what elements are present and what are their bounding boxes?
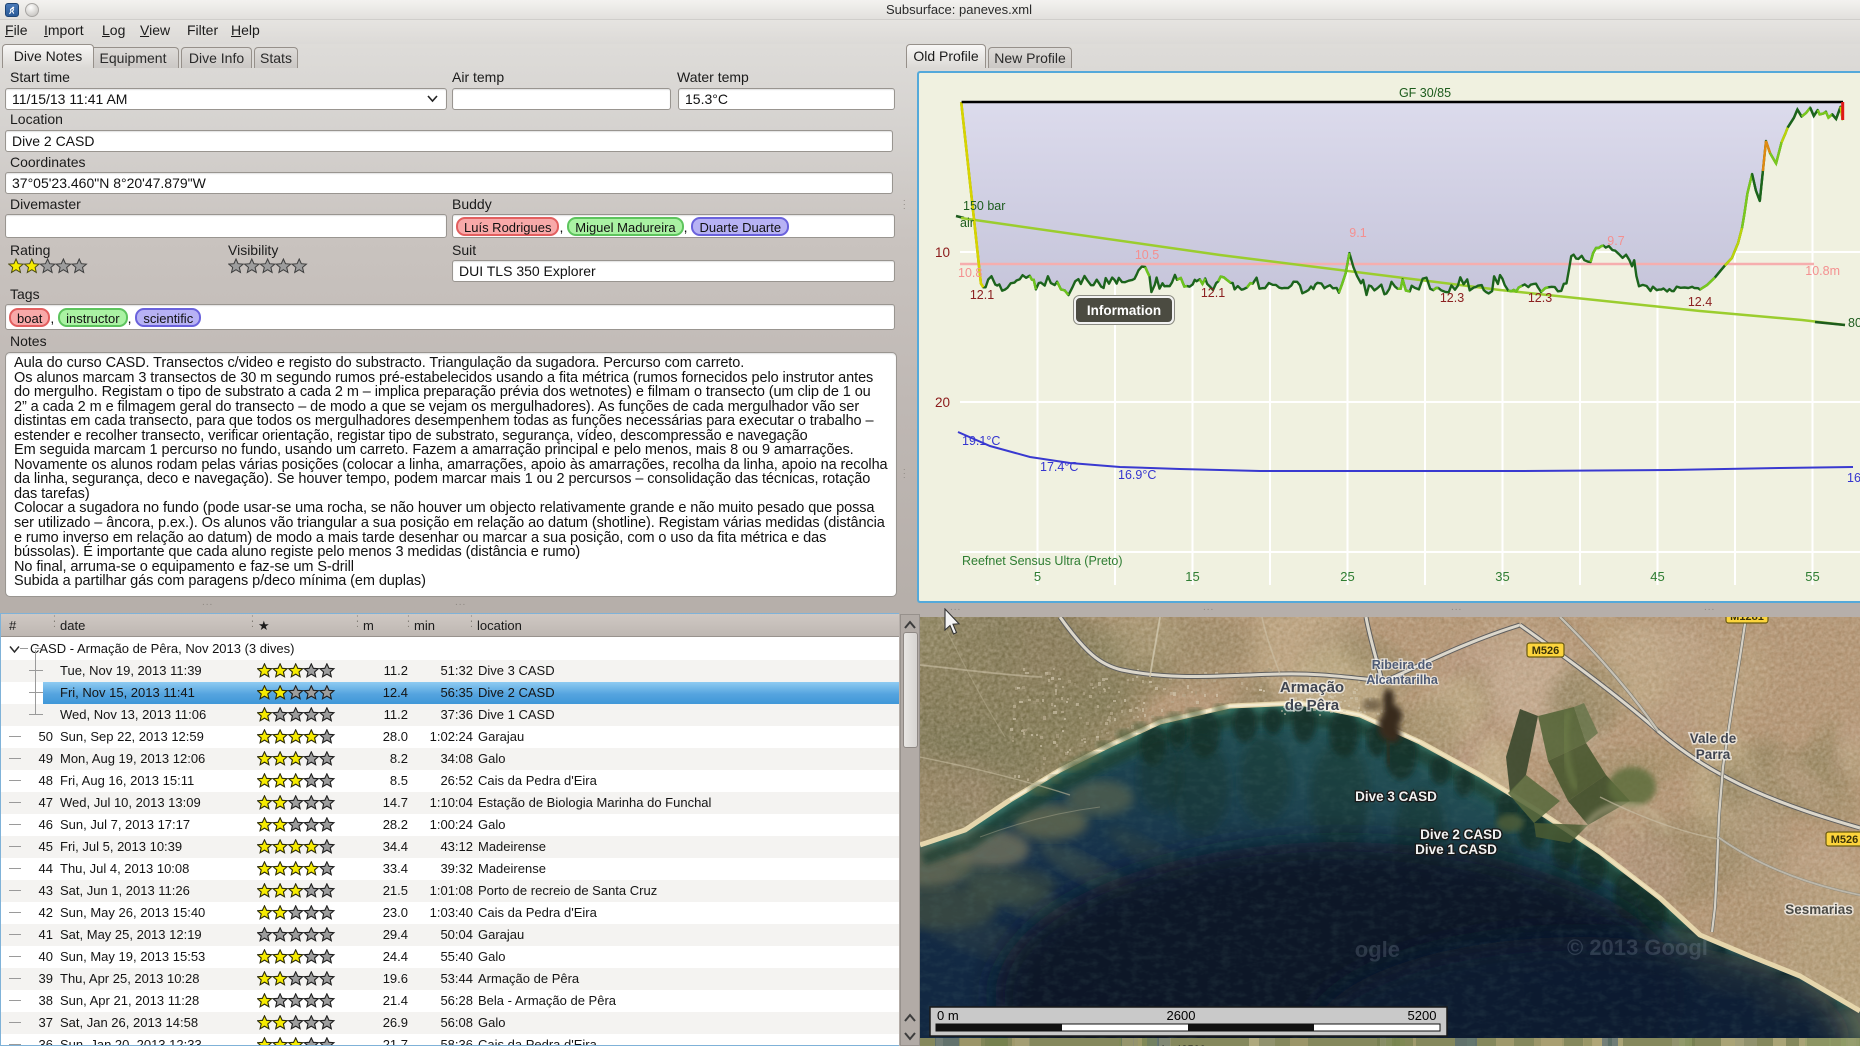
svg-text:9.1: 9.1 <box>1349 226 1366 240</box>
svg-text:air: air <box>960 216 974 230</box>
svg-text:10.8m: 10.8m <box>1805 264 1840 278</box>
svg-text:150 bar: 150 bar <box>963 199 1005 213</box>
svg-text:Dive 2 CASD: Dive 2 CASD <box>1420 827 1502 842</box>
svg-text:de Pêra: de Pêra <box>1285 697 1340 714</box>
svg-text:0 m: 0 m <box>937 1008 959 1023</box>
svg-text:M526: M526 <box>1532 645 1560 657</box>
svg-text:12.3: 12.3 <box>1440 291 1464 305</box>
svg-text:Ribeira de: Ribeira de <box>1372 658 1432 672</box>
svg-text:19.1°C: 19.1°C <box>962 434 1000 448</box>
svg-text:35: 35 <box>1495 569 1509 584</box>
svg-text:10.5: 10.5 <box>1135 248 1159 262</box>
svg-text:15: 15 <box>1185 569 1199 584</box>
svg-text:12.3: 12.3 <box>1528 291 1552 305</box>
svg-text:Dive 1 CASD: Dive 1 CASD <box>1415 842 1497 857</box>
svg-text:Sesmarias: Sesmarias <box>1785 902 1853 917</box>
svg-text:Alcantarilha: Alcantarilha <box>1366 673 1439 687</box>
svg-text:GF 30/85: GF 30/85 <box>1399 86 1451 100</box>
svg-text:M1281: M1281 <box>1730 617 1764 623</box>
svg-text:25: 25 <box>1340 569 1354 584</box>
svg-text:5: 5 <box>1034 569 1041 584</box>
svg-text:Vale de: Vale de <box>1690 731 1737 746</box>
svg-text:80: 80 <box>1848 316 1860 330</box>
svg-text:16: 16 <box>1847 471 1860 485</box>
svg-text:Armação: Armação <box>1280 679 1344 696</box>
svg-text:10.8: 10.8 <box>958 266 982 280</box>
svg-text:5200: 5200 <box>1408 1008 1437 1023</box>
svg-text:10: 10 <box>935 245 950 260</box>
svg-text:© 2013 Googl: © 2013 Googl <box>1567 935 1708 960</box>
svg-text:20: 20 <box>935 395 950 410</box>
svg-text:9.7: 9.7 <box>1607 234 1624 248</box>
svg-text:Reefnet Sensus Ultra (Preto): Reefnet Sensus Ultra (Preto) <box>962 554 1123 568</box>
svg-text:17.4°C: 17.4°C <box>1040 460 1078 474</box>
svg-text:12.1: 12.1 <box>1201 286 1225 300</box>
svg-text:Dive 3 CASD: Dive 3 CASD <box>1355 789 1437 804</box>
svg-text:12.4: 12.4 <box>1688 295 1712 309</box>
svg-text:M526: M526 <box>1831 834 1859 846</box>
svg-text:55: 55 <box>1805 569 1819 584</box>
svg-text:2600: 2600 <box>1167 1008 1196 1023</box>
svg-text:16.9°C: 16.9°C <box>1118 468 1156 482</box>
svg-text:12.1: 12.1 <box>970 288 994 302</box>
svg-text:Information: Information <box>1087 303 1161 318</box>
svg-text:Parra: Parra <box>1696 747 1731 762</box>
svg-text:ogle: ogle <box>1355 937 1400 962</box>
svg-text:45: 45 <box>1650 569 1664 584</box>
